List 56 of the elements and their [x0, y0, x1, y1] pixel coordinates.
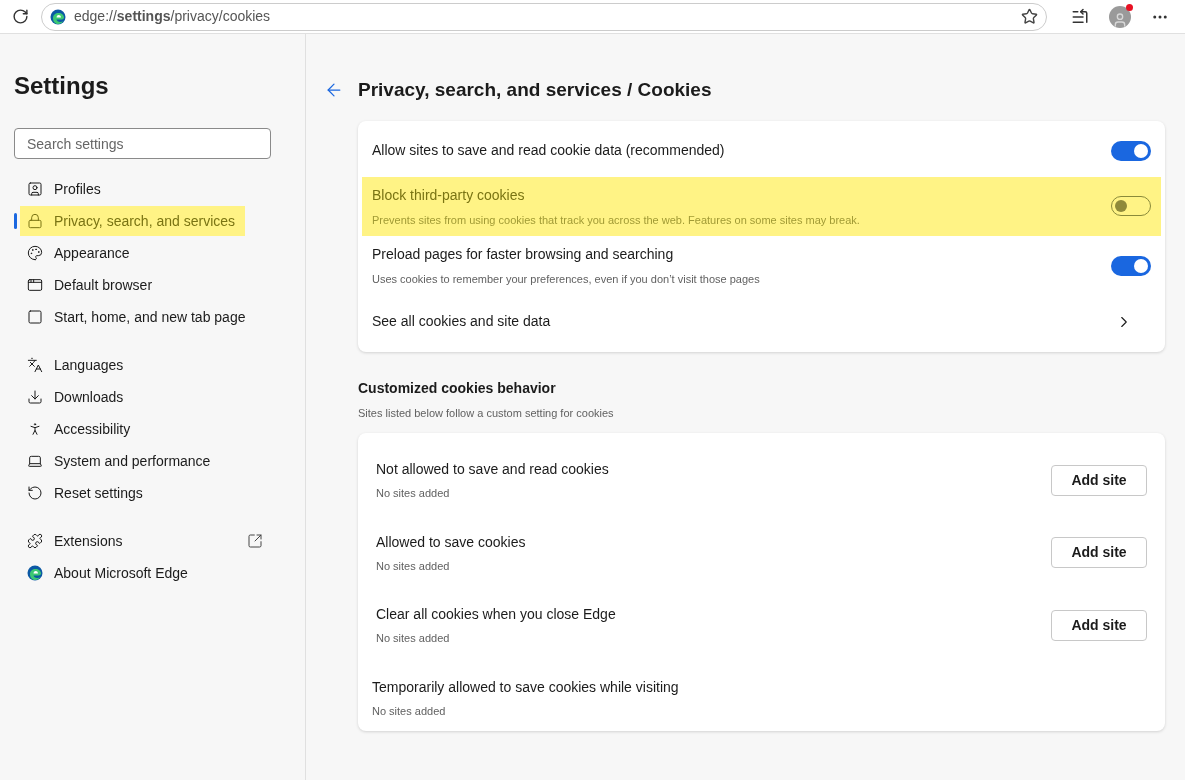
reset-icon	[27, 485, 43, 501]
edge-logo-icon	[50, 8, 66, 25]
toggle-switch[interactable]	[1111, 140, 1151, 161]
laptop-icon	[27, 453, 43, 469]
add-site-button[interactable]: Add site	[1051, 464, 1147, 496]
row-label: Allowed to save cookies	[376, 532, 527, 552]
section-subtitle: Sites listed below follow a custom setting for cookies	[358, 405, 615, 421]
search-field[interactable]: Search settings	[14, 128, 271, 159]
toggle-switch[interactable]	[1111, 255, 1151, 276]
row-status: No sites added	[376, 486, 451, 501]
favorites-list-icon[interactable]	[1071, 7, 1089, 26]
setting-label: See all cookies and site data	[372, 312, 552, 331]
setting-description: Prevents sites from using cookies that track you across the web. Features on some sites may break.	[372, 212, 861, 228]
page-icon	[27, 309, 43, 325]
section-title: Customized cookies behavior	[358, 378, 557, 398]
settings-title: Settings	[14, 72, 110, 100]
person-icon	[27, 421, 43, 437]
setting-description: Uses cookies to remember your preferences, even if you don’t visit those pages	[372, 272, 761, 287]
add-site-button[interactable]: Add site	[1051, 609, 1147, 641]
edge-logo-icon	[27, 565, 43, 581]
add-site-button[interactable]: Add site	[1051, 537, 1147, 569]
sidebar-item[interactable]: Default browser	[20, 270, 163, 300]
puzzle-icon	[27, 533, 43, 549]
sidebar-item[interactable]: Privacy, search, and services	[20, 206, 246, 236]
sidebar-item[interactable]: Languages	[20, 350, 134, 380]
languages-icon	[27, 357, 43, 373]
sidebar-item[interactable]: Start, home, and new tab page	[20, 302, 256, 332]
palette-icon	[27, 245, 43, 261]
external-link-icon[interactable]	[247, 533, 263, 549]
download-icon	[27, 389, 43, 405]
url-text: edge://settings/privacy/cookies	[74, 7, 272, 26]
sidebar-item[interactable]: Reset settings	[20, 478, 153, 508]
sidebar-item[interactable]: About Microsoft Edge	[20, 558, 198, 588]
page-title: Privacy, search, and services / Cookies	[358, 78, 712, 102]
lock-icon	[27, 213, 43, 229]
favorite-star-icon[interactable]	[1021, 8, 1038, 25]
sidebar-item[interactable]: System and performance	[20, 446, 221, 476]
row-label: Clear all cookies when you close Edge	[376, 605, 617, 624]
sidebar-item[interactable]: Downloads	[20, 382, 134, 412]
sidebar-item[interactable]: Appearance	[20, 238, 140, 268]
row-label: Not allowed to save and read cookies	[376, 460, 610, 479]
row-status: No sites added	[376, 558, 451, 574]
sidebar-item[interactable]: Accessibility	[20, 414, 141, 444]
sidebar-item[interactable]: Extensions	[20, 526, 133, 556]
setting-label: Preload pages for faster browsing and searching	[372, 245, 675, 264]
setting-label: Block third-party cookies	[372, 185, 526, 205]
row-status: No sites added	[376, 631, 451, 646]
sidebar-item[interactable]: Profiles	[20, 174, 111, 204]
browser-window-icon	[27, 277, 43, 293]
profile-icon	[27, 181, 43, 197]
row-status: No sites added	[372, 703, 447, 719]
row-label: Temporarily allowed to save cookies while visiting	[372, 677, 680, 697]
refresh-icon[interactable]	[12, 8, 29, 25]
setting-label: Allow sites to save and read cookie data (recommended)	[372, 141, 726, 160]
profile-avatar-icon[interactable]	[1109, 5, 1131, 28]
address-bar[interactable]: edge://settings/privacy/cookies	[41, 2, 1047, 31]
